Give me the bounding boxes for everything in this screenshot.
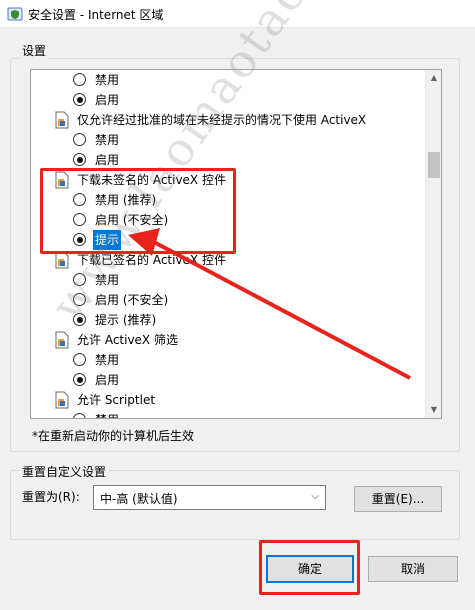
cancel-button[interactable]: 取消 xyxy=(368,556,458,582)
setting-category-label: 下载已签名的 ActiveX 控件 xyxy=(77,253,226,267)
setting-option-label: 提示 xyxy=(93,230,122,250)
radio-unchecked[interactable] xyxy=(73,273,86,286)
document-settings-icon xyxy=(55,171,69,189)
setting-category-label: 允许 ActiveX 筛选 xyxy=(77,333,178,347)
document-settings-icon xyxy=(55,251,69,269)
setting-option-label: 启用 (不安全) xyxy=(95,213,169,227)
radio-checked[interactable] xyxy=(73,373,86,386)
document-settings-icon xyxy=(55,331,69,349)
document-settings-icon xyxy=(55,391,69,409)
reset-to-label: 重置为(R): xyxy=(22,490,80,504)
radio-unchecked[interactable] xyxy=(73,73,86,86)
scroll-thumb[interactable] xyxy=(428,152,440,178)
reset-level-select[interactable]: 中-高 (默认值) ⌵ xyxy=(93,485,326,510)
chevron-down-icon: ⌵ xyxy=(311,491,319,502)
scroll-down-icon[interactable]: ▼ xyxy=(426,402,441,418)
reset-button[interactable]: 重置(E)... xyxy=(354,486,442,512)
radio-unchecked[interactable] xyxy=(73,293,86,306)
radio-unchecked[interactable] xyxy=(73,133,86,146)
setting-category-label: 允许 Scriptlet xyxy=(77,393,156,407)
vertical-scrollbar[interactable]: ▲ ▼ xyxy=(425,70,441,418)
restart-note: *在重新启动你的计算机后生效 xyxy=(32,429,195,443)
shield-settings-icon xyxy=(7,7,23,21)
setting-option-label: 禁用 xyxy=(95,410,119,418)
settings-listbox[interactable]: 禁用 启用 仅允许经过批准的域在未经提示的情况下使用 ActiveX 禁用 启用 下载未签… xyxy=(30,69,442,419)
reset-level-value: 中-高 (默认值) xyxy=(100,492,178,506)
setting-option-label: 启用 xyxy=(95,373,120,387)
window-title: 安全设置 - Internet 区域 xyxy=(28,8,164,22)
radio-unchecked[interactable] xyxy=(73,353,86,366)
document-settings-icon xyxy=(55,111,69,129)
setting-category-label: 下载未签名的 ActiveX 控件 xyxy=(77,173,226,187)
radio-checked[interactable] xyxy=(73,313,86,326)
setting-option-label: 提示 (推荐) xyxy=(95,313,157,327)
setting-option-label: 禁用 xyxy=(95,133,120,147)
setting-option-label: 启用 xyxy=(95,153,120,167)
setting-option-label: 禁用 xyxy=(95,353,120,367)
title-bar: 安全设置 - Internet 区域 xyxy=(0,0,475,28)
radio-unchecked[interactable] xyxy=(73,213,86,226)
setting-category-label: 仅允许经过批准的域在未经提示的情况下使用 ActiveX xyxy=(77,113,367,127)
setting-option-label: 禁用 xyxy=(95,273,120,287)
reset-group-label: 重置自定义设置 xyxy=(20,463,109,480)
radio-checked[interactable] xyxy=(73,233,86,246)
radio-unchecked[interactable] xyxy=(73,193,86,206)
setting-option-label: 启用 (不安全) xyxy=(95,293,169,307)
radio-checked[interactable] xyxy=(73,153,86,166)
setting-option-label: 禁用 (推荐) xyxy=(95,193,157,207)
settings-list: 禁用 启用 仅允许经过批准的域在未经提示的情况下使用 ActiveX 禁用 启用 下载未签… xyxy=(31,70,425,418)
setting-option-label: 启用 xyxy=(95,93,120,107)
setting-option-label: 禁用 xyxy=(95,73,120,87)
settings-group-label: 设置 xyxy=(20,42,49,59)
radio-unchecked[interactable] xyxy=(73,413,86,418)
scroll-up-icon[interactable]: ▲ xyxy=(426,70,441,86)
radio-checked[interactable] xyxy=(73,93,86,106)
ok-button[interactable]: 确定 xyxy=(266,555,354,583)
